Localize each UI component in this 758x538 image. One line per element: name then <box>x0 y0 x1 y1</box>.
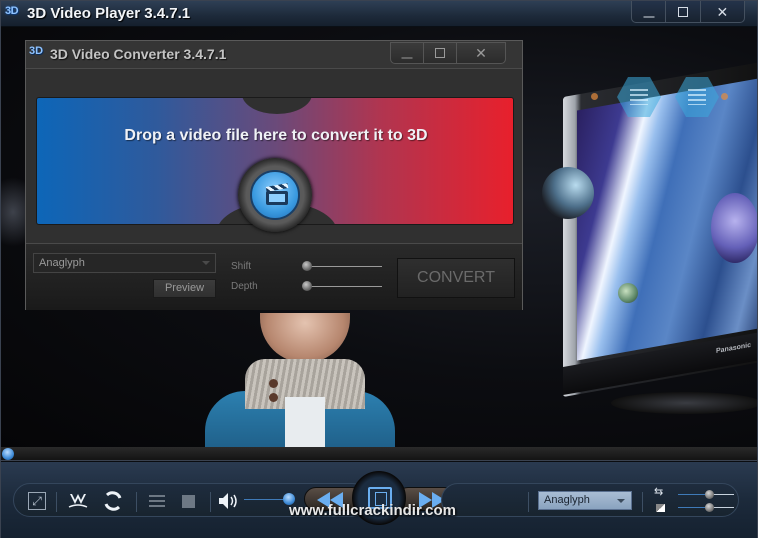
converter-logo-icon: 3D <box>29 45 44 57</box>
fullscreen-button[interactable] <box>22 484 52 518</box>
chevron-down-icon <box>617 499 625 503</box>
close-icon: ✕ <box>475 45 487 61</box>
minimize-icon <box>643 16 655 17</box>
planet-image <box>542 167 594 219</box>
converter-depth-slider[interactable] <box>302 280 382 292</box>
window-title: 3D Video Player 3.4.7.1 <box>27 5 191 22</box>
maximize-icon <box>435 48 445 58</box>
child-image <box>205 313 395 447</box>
converter-title-bar[interactable]: 3D 3D Video Converter 3.4.7.1 ✕ <box>26 41 522 69</box>
fullscreen-icon <box>28 492 46 510</box>
preview-button[interactable]: Preview <box>153 279 216 298</box>
converter-title: 3D Video Converter 3.4.7.1 <box>50 46 227 62</box>
planet-image <box>618 283 638 303</box>
player-depth-slider-knob[interactable] <box>704 503 714 512</box>
converter-shift-slider-knob[interactable] <box>302 261 312 271</box>
planet-image <box>711 193 757 263</box>
shift-label: Shift <box>231 261 252 272</box>
depth-label: Depth <box>231 281 258 292</box>
player-shift-slider-knob[interactable] <box>704 490 714 499</box>
converter-mode-value: Anaglyph <box>39 257 85 269</box>
converter-close-button[interactable]: ✕ <box>457 43 505 63</box>
player-3d-mode-select[interactable]: Anaglyph <box>538 491 632 510</box>
stereo-button[interactable] <box>64 484 92 518</box>
maximize-icon <box>677 6 688 17</box>
converter-3d-mode-select[interactable]: Anaglyph <box>33 253 216 273</box>
seek-bar[interactable] <box>1 447 757 461</box>
convert-button[interactable]: CONVERT <box>397 258 515 298</box>
watermark-text: www.fullcrackindir.com <box>289 502 456 519</box>
playlist-icon <box>149 495 165 507</box>
player-shift-slider[interactable] <box>678 490 734 500</box>
stop-icon <box>181 494 195 508</box>
repeat-icon <box>104 491 122 511</box>
repeat-button[interactable] <box>98 484 128 518</box>
converter-settings: Anaglyph Preview Shift Depth CONVERT <box>26 244 522 310</box>
title-bar[interactable]: 3D 3D Video Player 3.4.7.1 ✕ <box>1 1 757 27</box>
converter-open-file-button[interactable] <box>238 158 312 232</box>
volume-icon <box>219 493 237 509</box>
maximize-button[interactable] <box>666 1 701 22</box>
close-icon: ✕ <box>716 3 729 20</box>
player-depth-slider[interactable] <box>678 503 734 513</box>
converter-window-controls: ✕ <box>390 42 506 64</box>
app-logo-icon: 3D <box>5 5 19 17</box>
chevron-down-icon <box>202 261 210 265</box>
hex-overlay <box>587 77 728 127</box>
close-button[interactable]: ✕ <box>701 1 744 22</box>
right-controls: Anaglyph ⇆ <box>441 483 739 517</box>
minimize-icon <box>401 57 413 59</box>
converter-minimize-button[interactable] <box>391 43 424 63</box>
converter-depth-slider-knob[interactable] <box>302 281 312 291</box>
depth-icon <box>656 504 665 512</box>
minimize-button[interactable] <box>632 1 667 22</box>
control-bar: 3D Anaglyph ⇆ <box>1 462 757 538</box>
swap-eyes-icon[interactable]: ⇆ <box>654 487 663 498</box>
seek-slider-knob[interactable] <box>2 448 14 460</box>
tv-stand <box>611 392 757 414</box>
stop-button[interactable] <box>176 484 200 518</box>
drop-zone-text: Drop a video file here to convert it to … <box>124 127 428 144</box>
converter-maximize-button[interactable] <box>424 43 457 63</box>
player-mode-value: Anaglyph <box>544 494 590 506</box>
volume-button[interactable] <box>216 484 242 518</box>
stereo-icon <box>68 494 88 508</box>
clapperboard-icon <box>265 183 289 205</box>
converter-shift-slider[interactable] <box>302 260 382 272</box>
playlist-button[interactable] <box>144 484 170 518</box>
converter-window: 3D 3D Video Converter 3.4.7.1 ✕ Drop a v… <box>25 40 523 310</box>
window-controls: ✕ <box>631 1 745 23</box>
